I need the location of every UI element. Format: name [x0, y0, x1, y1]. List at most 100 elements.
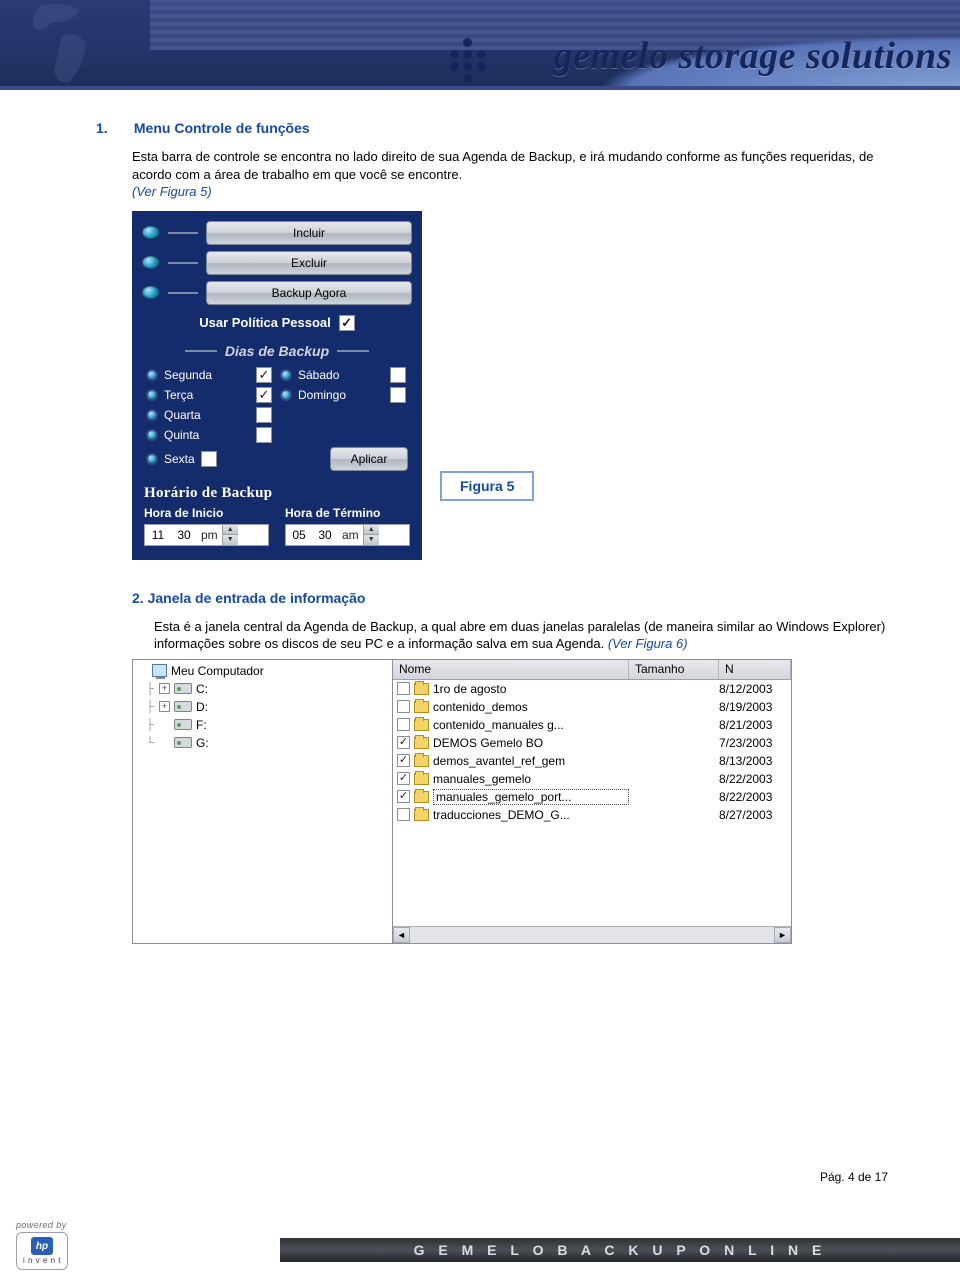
col-date[interactable]: N	[719, 660, 791, 679]
horizontal-scrollbar[interactable]: ◄ ►	[393, 926, 791, 943]
tree-drive-label[interactable]: D:	[196, 700, 208, 714]
excluir-button[interactable]: Excluir	[206, 251, 412, 275]
radio-icon	[280, 369, 292, 381]
tree-drive-label[interactable]: C:	[196, 682, 208, 696]
backup-agora-button[interactable]: Backup Agora	[206, 281, 412, 305]
day-checkbox-quarta[interactable]	[256, 407, 272, 423]
figure-5-caption: Figura 5	[440, 471, 534, 501]
tree-connector: ├	[145, 701, 155, 713]
radio-icon	[146, 453, 158, 465]
dias-de-backup-heading: Dias de Backup	[142, 343, 412, 359]
folder-icon	[414, 719, 429, 731]
hora-termino-hh[interactable]	[286, 525, 312, 545]
powered-by-label: powered by	[16, 1220, 102, 1230]
list-header[interactable]: Nome Tamanho N	[393, 660, 791, 680]
list-item-checkbox[interactable]	[397, 790, 410, 803]
hora-inicio-label: Hora de Inicio	[144, 506, 269, 520]
tree-expand-icon[interactable]: +	[159, 683, 170, 694]
list-item-date: 8/12/2003	[719, 682, 791, 696]
tree-drive-label[interactable]: F:	[196, 718, 207, 732]
day-checkbox-sexta[interactable]	[201, 451, 217, 467]
tree-expand-icon[interactable]: +	[159, 701, 170, 712]
hora-inicio-ampm[interactable]: pm	[197, 528, 222, 542]
incluir-button[interactable]: Incluir	[206, 221, 412, 245]
led-icon	[142, 226, 160, 239]
section-1-number: 1.	[96, 120, 130, 136]
hora-inicio-mm[interactable]	[171, 525, 197, 545]
tree-connector: ├	[145, 683, 155, 695]
list-item-name[interactable]: 1ro de agosto	[433, 682, 629, 696]
list-item-date: 8/19/2003	[719, 700, 791, 714]
list-item-name[interactable]: contenido_manuales g...	[433, 718, 629, 732]
tree-drive-label[interactable]: G:	[196, 736, 209, 750]
tree-connector: ├	[145, 719, 155, 731]
drive-icon	[174, 683, 192, 694]
hora-inicio-hh[interactable]	[145, 525, 171, 545]
list-item-name[interactable]: manuales_gemelo_port...	[433, 789, 629, 805]
list-item[interactable]: DEMOS Gemelo BO7/23/2003	[393, 734, 791, 752]
scroll-left-arrow[interactable]: ◄	[393, 927, 410, 943]
list-item[interactable]: contenido_manuales g...8/21/2003	[393, 716, 791, 734]
col-tamanho[interactable]: Tamanho	[629, 660, 719, 679]
list-item[interactable]: demos_avantel_ref_gem8/13/2003	[393, 752, 791, 770]
scroll-right-arrow[interactable]: ►	[774, 927, 791, 943]
folder-icon	[414, 809, 429, 821]
list-item[interactable]: traducciones_DEMO_G...8/27/2003	[393, 806, 791, 824]
hora-termino-spinner[interactable]: ▲▼	[363, 525, 379, 545]
drive-icon	[174, 701, 192, 712]
list-item[interactable]: manuales_gemelo8/22/2003	[393, 770, 791, 788]
day-label-sexta: Sexta	[164, 452, 195, 466]
list-item-checkbox[interactable]	[397, 700, 410, 713]
list-item-date: 8/22/2003	[719, 790, 791, 804]
hora-termino-mm[interactable]	[312, 525, 338, 545]
footer-bar: G E M E L O B A C K U P O N L I N E	[280, 1238, 960, 1262]
day-checkbox-segunda[interactable]	[256, 367, 272, 383]
control-panel: Incluir Excluir Backup Agora Usar Políti…	[132, 211, 422, 560]
list-item-checkbox[interactable]	[397, 736, 410, 749]
list-item-name[interactable]: demos_avantel_ref_gem	[433, 754, 629, 768]
list-item[interactable]: manuales_gemelo_port... 8/22/2003	[393, 788, 791, 806]
brand-text: gemelo storage solutions	[554, 34, 952, 78]
hora-termino-ampm[interactable]: am	[338, 528, 363, 542]
list-item-checkbox[interactable]	[397, 808, 410, 821]
tree-root-label[interactable]: Meu Computador	[171, 664, 264, 678]
list-item-name[interactable]: contenido_demos	[433, 700, 629, 714]
day-checkbox-domingo[interactable]	[390, 387, 406, 403]
aplicar-button[interactable]: Aplicar	[330, 447, 408, 471]
usar-politica-checkbox[interactable]	[339, 315, 355, 331]
day-checkbox-terca[interactable]	[256, 387, 272, 403]
tree-connector: └	[145, 737, 155, 749]
section-2-ref: (Ver Figura 6)	[608, 636, 688, 651]
led-icon	[142, 256, 160, 269]
section-2-title: Janela de entrada de informação	[148, 590, 366, 606]
scroll-track[interactable]	[410, 927, 774, 943]
hp-logo: hp i n v e n t	[16, 1232, 68, 1270]
list-item-name[interactable]: traducciones_DEMO_G...	[433, 808, 629, 822]
folder-icon	[414, 791, 429, 803]
folder-icon	[414, 701, 429, 713]
list-item-checkbox[interactable]	[397, 682, 410, 695]
day-checkbox-sabado[interactable]	[390, 367, 406, 383]
explorer-tree[interactable]: Meu Computador ├ + C: ├ + D: ├ F: └ G:	[133, 660, 393, 943]
section-2-heading: 2. Janela de entrada de informação	[132, 590, 888, 606]
list-item[interactable]: 1ro de agosto 8/12/2003	[393, 680, 791, 698]
list-item-checkbox[interactable]	[397, 772, 410, 785]
led-icon	[142, 286, 160, 299]
list-item-name[interactable]: DEMOS Gemelo BO	[433, 736, 629, 750]
hp-invent-label: i n v e n t	[23, 1256, 61, 1265]
list-item-checkbox[interactable]	[397, 754, 410, 767]
day-checkbox-quinta[interactable]	[256, 427, 272, 443]
list-item-name[interactable]: manuales_gemelo	[433, 772, 629, 786]
list-item[interactable]: contenido_demos 8/19/2003	[393, 698, 791, 716]
hp-badge: powered by hp i n v e n t	[16, 1220, 102, 1270]
drive-icon	[174, 719, 192, 730]
radio-icon	[146, 409, 158, 421]
section-1-title: Menu Controle de funções	[134, 120, 310, 136]
section-2-body-text: Esta é a janela central da Agenda de Bac…	[154, 619, 885, 652]
hora-inicio-spinner[interactable]: ▲▼	[222, 525, 238, 545]
list-item-checkbox[interactable]	[397, 718, 410, 731]
col-nome[interactable]: Nome	[393, 660, 629, 679]
hora-inicio-field[interactable]: pm ▲▼	[144, 524, 269, 546]
hora-termino-field[interactable]: am ▲▼	[285, 524, 410, 546]
horario-heading: Horário de Backup	[144, 485, 412, 502]
